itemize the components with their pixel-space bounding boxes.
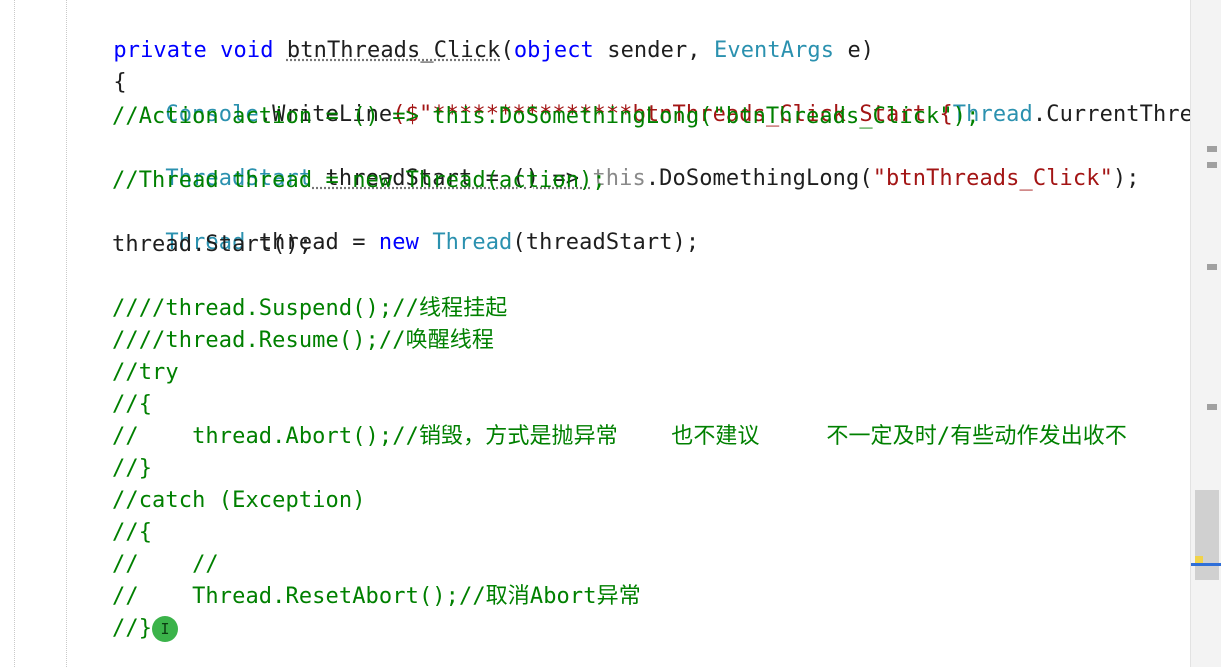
- code-line-5[interactable]: Thread thread = new Thread(threadStart);: [112, 198, 699, 255]
- scroll-marker: [1207, 404, 1217, 410]
- vertical-scrollbar[interactable]: [1190, 0, 1221, 667]
- statement-end: );: [1112, 166, 1140, 191]
- scroll-marker: [1207, 162, 1217, 168]
- code-line-13[interactable]: //catch (Exception): [112, 486, 366, 516]
- keyword: private: [113, 38, 207, 63]
- scroll-marker: [1207, 146, 1217, 152]
- caret-position-marker: [1191, 563, 1221, 566]
- scroll-marker: [1207, 264, 1217, 270]
- code-line-15[interactable]: // //: [112, 550, 219, 580]
- indent-guide: [14, 0, 15, 667]
- code-line-8[interactable]: ////thread.Resume();//唤醒线程: [112, 326, 494, 356]
- paren: (: [500, 38, 514, 63]
- code-line-12[interactable]: //}: [112, 454, 152, 484]
- type-name: EventArgs: [714, 38, 835, 63]
- code-line-4[interactable]: //Thread thread = new Thread(action);: [112, 166, 606, 196]
- text-cursor-icon: I: [152, 616, 178, 642]
- scrollbar-thumb[interactable]: [1195, 490, 1219, 580]
- open-brace-line[interactable]: {: [60, 38, 127, 95]
- code-line-14[interactable]: //{: [112, 518, 152, 548]
- string-literal: "btnThreads_Click": [872, 166, 1113, 191]
- code-line-10[interactable]: //{: [112, 390, 152, 420]
- param: e): [834, 38, 875, 63]
- method-call: .DoSomethingLong(: [645, 166, 873, 191]
- code-line-6[interactable]: thread.Start();: [112, 230, 312, 260]
- code-line-2[interactable]: //Action action = () => this.DoSomething…: [112, 102, 979, 132]
- method-name: btnThreads_Click: [286, 38, 501, 63]
- code-line-7[interactable]: ////thread.Suspend();//线程挂起: [112, 294, 507, 324]
- type-name: Thread: [432, 230, 513, 255]
- keyword: void: [220, 38, 274, 63]
- code-line-1[interactable]: Console.WriteLine($"***************btnTh…: [112, 70, 1221, 127]
- code-editor[interactable]: private void btnThreads_Click(object sen…: [0, 0, 1221, 667]
- code-line-16[interactable]: // Thread.ResetAbort();//取消Abort异常: [112, 582, 641, 612]
- param: sender,: [593, 38, 714, 63]
- arguments: (threadStart);: [512, 230, 700, 255]
- keyword: new: [378, 230, 419, 255]
- code-line-3[interactable]: ThreadStart threadStart = () => this.DoS…: [112, 134, 1140, 191]
- method-signature-line[interactable]: private void btnThreads_Click(object sen…: [60, 6, 874, 63]
- keyword: object: [513, 38, 594, 63]
- code-line-11[interactable]: // thread.Abort();//销毁，方式是抛异常 也不建议 不一定及时…: [112, 422, 1127, 452]
- code-line-9[interactable]: //try: [112, 358, 179, 388]
- code-line-17[interactable]: //}: [112, 614, 152, 644]
